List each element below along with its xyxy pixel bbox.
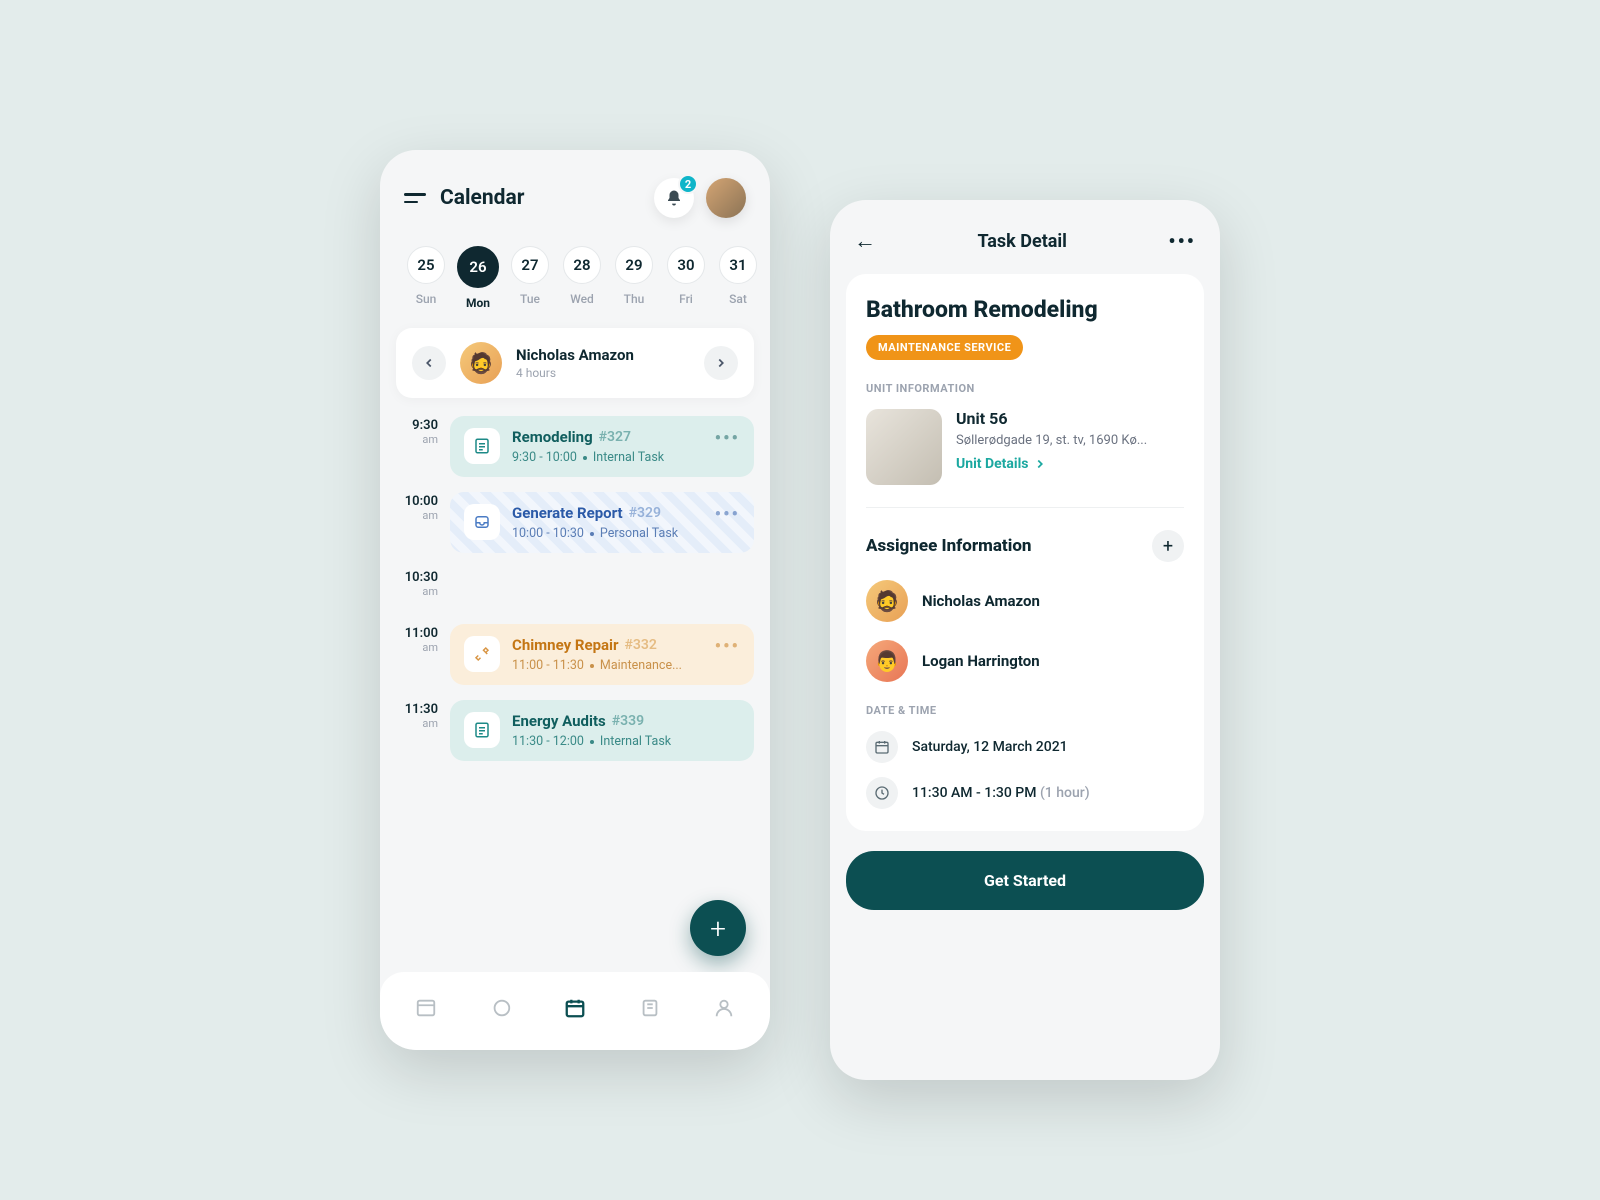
user-card: 🧔 Nicholas Amazon 4 hours (396, 328, 754, 398)
date-row: Saturday, 12 March 2021 (866, 731, 1184, 763)
unit-row: Unit 56 Søllerødgade 19, st. tv, 1690 Kø… (866, 409, 1184, 508)
duration-text: (1 hour) (1040, 785, 1090, 801)
wrench-icon (464, 636, 500, 672)
menu-icon[interactable] (404, 193, 426, 203)
assignee-row[interactable]: 🧔 Nicholas Amazon (866, 580, 1184, 622)
user-name: Nicholas Amazon (516, 346, 690, 364)
service-badge: MAINTENANCE SERVICE (866, 335, 1023, 360)
unit-image (866, 409, 942, 485)
back-button[interactable]: ← (854, 228, 876, 254)
chevron-right-icon (714, 356, 728, 370)
more-button[interactable]: ••• (1168, 229, 1196, 253)
add-task-button[interactable]: + (690, 900, 746, 956)
timeline: 9:30am Remodeling#327 9:30 - 10:00Intern… (380, 398, 770, 770)
nav-feed[interactable] (408, 990, 444, 1026)
clock-icon (866, 777, 898, 809)
detail-header: ← Task Detail ••• (830, 200, 1220, 274)
bottom-nav (380, 972, 770, 1050)
task-card[interactable]: Generate Report#329 10:00 - 10:30Persona… (450, 492, 754, 553)
date-item[interactable]: 25Sun (404, 246, 448, 310)
task-detail-screen: ← Task Detail ••• Bathroom Remodeling MA… (830, 200, 1220, 1080)
prev-button[interactable] (412, 346, 446, 380)
time-label: 9:30am (396, 416, 438, 486)
date-item[interactable]: 29Thu (612, 246, 656, 310)
assignee-title: Assignee Information (866, 536, 1031, 556)
chevron-left-icon (422, 356, 436, 370)
task-more-button[interactable]: ••• (715, 636, 740, 657)
time-text: 11:30 AM - 1:30 PM (912, 785, 1036, 801)
nav-calendar[interactable] (557, 990, 593, 1026)
checklist-icon (464, 712, 500, 748)
date-item[interactable]: 30Fri (664, 246, 708, 310)
unit-address: Søllerødgade 19, st. tv, 1690 Kø... (956, 433, 1184, 448)
bell-icon (665, 189, 683, 207)
task-card[interactable]: Energy Audits#339 11:30 - 12:00Internal … (450, 700, 754, 761)
date-item[interactable]: 27Tue (508, 246, 552, 310)
assignee-row[interactable]: 👨 Logan Harrington (866, 640, 1184, 682)
notification-badge: 2 (678, 174, 698, 194)
unit-name: Unit 56 (956, 409, 1184, 428)
assignee-header: Assignee Information + (866, 530, 1184, 562)
get-started-button[interactable]: Get Started (846, 851, 1204, 910)
task-card[interactable]: Chimney Repair#332 11:00 - 11:30Maintena… (450, 624, 754, 685)
next-button[interactable] (704, 346, 738, 380)
user-hours: 4 hours (516, 366, 690, 380)
assignee-name: Nicholas Amazon (922, 592, 1040, 610)
datetime-section-label: DATE & TIME (866, 704, 1184, 717)
calendar-header: Calendar 2 (380, 150, 770, 238)
task-more-button[interactable]: ••• (715, 428, 740, 449)
user-avatar[interactable] (706, 178, 746, 218)
plus-icon: + (1163, 536, 1173, 557)
nav-chat[interactable] (483, 990, 519, 1026)
calendar-icon (866, 731, 898, 763)
date-item[interactable]: 31Sat (716, 246, 760, 310)
date-item[interactable]: 28Wed (560, 246, 604, 310)
assignee-avatar: 🧔 (460, 342, 502, 384)
detail-card: Bathroom Remodeling MAINTENANCE SERVICE … (846, 274, 1204, 831)
task-title: Bathroom Remodeling (866, 296, 1184, 323)
assignee-avatar: 👨 (866, 640, 908, 682)
inbox-icon (464, 504, 500, 540)
task-more-button[interactable]: ••• (715, 504, 740, 525)
date-text: Saturday, 12 March 2021 (912, 739, 1068, 755)
notifications-button[interactable]: 2 (654, 178, 694, 218)
add-assignee-button[interactable]: + (1152, 530, 1184, 562)
chevron-right-icon (1033, 457, 1047, 471)
calendar-screen: Calendar 2 25Sun 26Mon 27Tue 28Wed 29Thu… (380, 150, 770, 1050)
nav-tasks[interactable] (632, 990, 668, 1026)
assignee-avatar: 🧔 (866, 580, 908, 622)
task-card[interactable]: Remodeling#327 9:30 - 10:00Internal Task… (450, 416, 754, 477)
page-title: Calendar (440, 186, 524, 210)
time-label: 10:30am (396, 568, 438, 618)
date-item[interactable]: 26Mon (456, 246, 500, 310)
date-picker-row: 25Sun 26Mon 27Tue 28Wed 29Thu 30Fri 31Sa… (380, 238, 770, 328)
assignee-name: Logan Harrington (922, 652, 1040, 670)
unit-section-label: UNIT INFORMATION (866, 382, 1184, 395)
unit-details-link[interactable]: Unit Details (956, 456, 1184, 472)
plus-icon: + (710, 912, 726, 945)
checklist-icon (464, 428, 500, 464)
time-row: 11:30 AM - 1:30 PM (1 hour) (866, 777, 1184, 809)
time-label: 10:00am (396, 492, 438, 562)
time-label: 11:00am (396, 624, 438, 694)
time-label: 11:30am (396, 700, 438, 770)
nav-profile[interactable] (706, 990, 742, 1026)
detail-title: Task Detail (977, 231, 1066, 252)
